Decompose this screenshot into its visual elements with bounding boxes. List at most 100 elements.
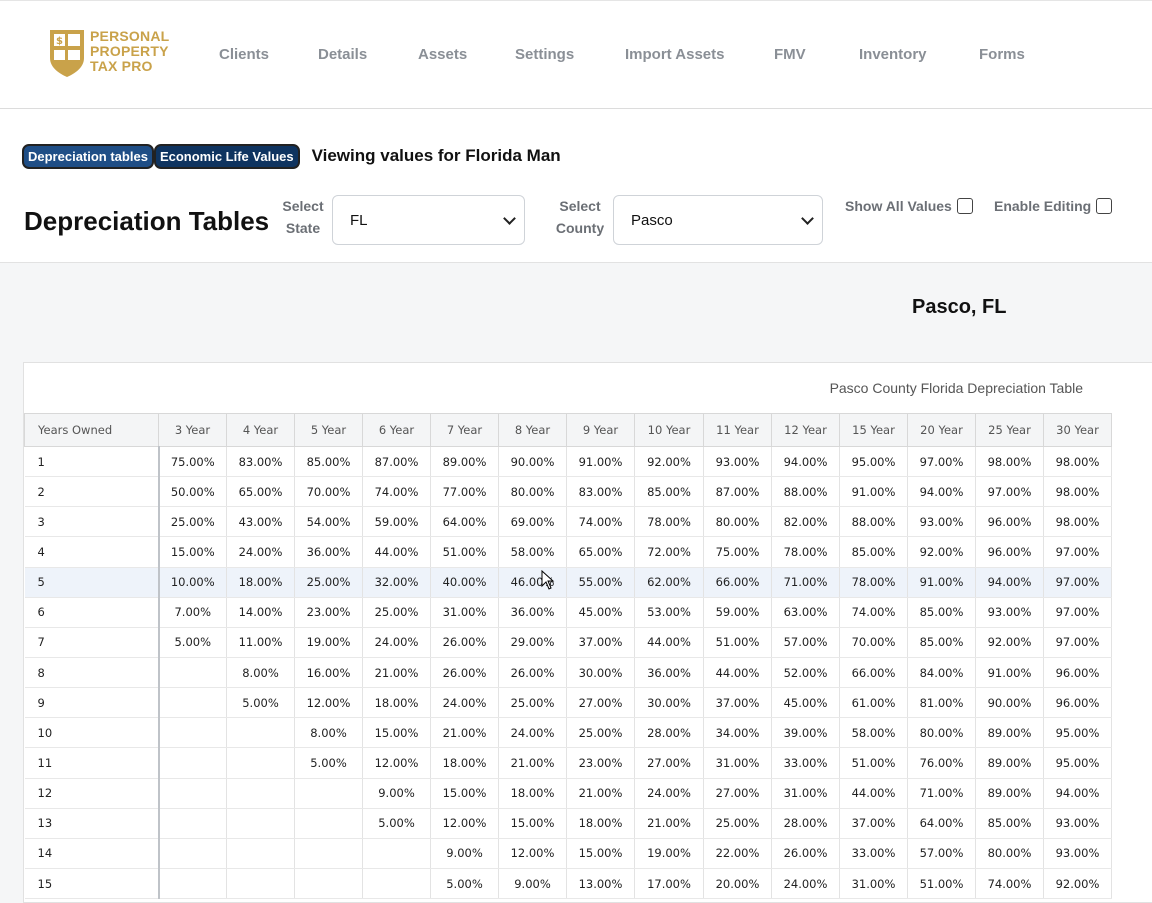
table-row: 13 5.00% 12.00% 15.00% 18.00% 21.00% 25.00% 28.… [24, 808, 1112, 839]
table-cell: 59.00% [362, 506, 431, 538]
years-owned-cell: 2 [24, 476, 160, 508]
mouse-cursor-icon [541, 570, 555, 590]
table-row: 8 8.00% 16.00% 21.00% 26.00% 26.00% 30.00% 36.0… [24, 657, 1112, 689]
table-cell: 57.00% [907, 838, 976, 869]
nav-clients[interactable]: Clients [219, 46, 269, 63]
logo-line-1: PERSONAL [90, 28, 170, 44]
table-cell [226, 868, 295, 900]
tab-economic-life-values[interactable]: Economic Life Values [153, 143, 300, 169]
table-cell: 70.00% [839, 627, 908, 658]
column-header[interactable]: 9 Year [566, 413, 635, 447]
logo[interactable]: $ PERSONAL PROPERTY TAX PRO [48, 28, 178, 84]
table-cell: 95.00% [1043, 747, 1112, 779]
table-cell [158, 687, 227, 719]
table-cell: 96.00% [1043, 657, 1112, 689]
column-header[interactable]: 7 Year [430, 413, 499, 447]
table-cell: 85.00% [907, 597, 976, 628]
table-cell [294, 808, 363, 839]
table-cell: 5.00% [430, 868, 499, 900]
column-header[interactable]: 5 Year [294, 413, 363, 447]
nav-details[interactable]: Details [318, 46, 367, 63]
table-cell: 96.00% [1043, 687, 1112, 719]
table-cell: 15.00% [158, 536, 227, 568]
enable-editing-checkbox[interactable] [1096, 198, 1113, 214]
shield-logo-icon: $ [50, 30, 84, 77]
table-cell: 19.00% [634, 838, 704, 869]
table-cell: 9.00% [498, 868, 567, 900]
years-owned-cell: 12 [24, 778, 160, 809]
table-cell: 21.00% [634, 808, 704, 839]
table-cell: 92.00% [907, 536, 976, 568]
table-cell: 91.00% [566, 446, 635, 478]
county-select[interactable]: Pasco [613, 195, 823, 245]
table-cell: 44.00% [839, 778, 908, 809]
table-cell: 31.00% [703, 747, 772, 779]
table-cell: 85.00% [839, 536, 908, 568]
table-cell: 77.00% [430, 476, 499, 508]
tab-depreciation-tables[interactable]: Depreciation tables [22, 143, 154, 169]
page-title: Depreciation Tables [24, 206, 270, 236]
table-cell: 89.00% [430, 446, 499, 478]
table-cell: 97.00% [1043, 567, 1112, 598]
table-cell: 74.00% [975, 868, 1044, 900]
table-cell: 9.00% [362, 778, 431, 809]
table-cell: 23.00% [566, 747, 635, 779]
column-header[interactable]: 6 Year [362, 413, 431, 447]
column-header-years-owned[interactable]: Years Owned [24, 413, 159, 447]
table-cell: 75.00% [703, 536, 772, 568]
table-cell: 51.00% [907, 868, 976, 900]
table-cell: 59.00% [703, 597, 772, 628]
table-cell: 43.00% [226, 506, 295, 538]
table-row: 12 9.00% 15.00% 18.00% 21.00% 24.00% 27.00% 31.… [24, 778, 1112, 809]
table-cell: 37.00% [839, 808, 908, 839]
nav-import-assets[interactable]: Import Assets [625, 46, 724, 63]
years-owned-cell: 11 [24, 747, 160, 779]
table-cell: 89.00% [975, 717, 1044, 749]
table-row: 7 5.00% 11.00% 19.00% 24.00% 26.00% 29.00% 37.0… [24, 627, 1112, 658]
nav-inventory[interactable]: Inventory [859, 46, 927, 63]
column-header[interactable]: 4 Year [226, 413, 295, 447]
column-header[interactable]: 15 Year [839, 413, 908, 447]
column-header[interactable]: 8 Year [498, 413, 567, 447]
years-owned-cell: 6 [24, 597, 160, 628]
show-all-values-label: Show All Values [845, 198, 952, 214]
table-cell: 74.00% [566, 506, 635, 538]
table-cell: 26.00% [430, 627, 499, 658]
table-cell: 25.00% [294, 567, 363, 598]
table-cell: 70.00% [294, 476, 363, 508]
table-cell: 33.00% [771, 747, 840, 779]
nav-settings[interactable]: Settings [515, 46, 574, 63]
table-cell: 17.00% [634, 868, 704, 900]
table-cell: 25.00% [498, 687, 567, 719]
table-cell: 53.00% [634, 597, 704, 628]
nav-forms[interactable]: Forms [979, 46, 1025, 63]
nav-fmv[interactable]: FMV [774, 46, 806, 63]
table-cell: 65.00% [226, 476, 295, 508]
table-cell: 24.00% [498, 717, 567, 749]
table-cell: 51.00% [839, 747, 908, 779]
table-cell: 87.00% [703, 476, 772, 508]
table-cell: 28.00% [771, 808, 840, 839]
column-header[interactable]: 30 Year [1043, 413, 1112, 447]
table-cell: 91.00% [907, 567, 976, 598]
table-cell [158, 717, 227, 749]
nav-assets[interactable]: Assets [418, 46, 467, 63]
column-header[interactable]: 10 Year [634, 413, 704, 447]
column-header[interactable]: 20 Year [907, 413, 976, 447]
table-cell: 80.00% [907, 717, 976, 749]
table-cell: 31.00% [771, 778, 840, 809]
years-owned-cell: 8 [24, 657, 160, 689]
column-header[interactable]: 25 Year [975, 413, 1044, 447]
table-cell: 93.00% [703, 446, 772, 478]
column-header[interactable]: 3 Year [158, 413, 227, 447]
state-select[interactable]: FL [332, 195, 525, 245]
table-cell: 24.00% [634, 778, 704, 809]
table-row: 3 25.00% 43.00% 54.00% 59.00% 64.00% 69.00% 74.… [24, 506, 1112, 538]
column-header[interactable]: 11 Year [703, 413, 772, 447]
show-all-values-checkbox[interactable] [956, 198, 973, 214]
table-row: 2 50.00% 65.00% 70.00% 74.00% 77.00% 80.00% 83.… [24, 476, 1112, 508]
table-cell: 98.00% [1043, 446, 1112, 478]
column-header[interactable]: 12 Year [771, 413, 840, 447]
table-row: 1 75.00% 83.00% 85.00% 87.00% 89.00% 90.00% 91.… [24, 446, 1112, 478]
logo-text: PERSONAL PROPERTY TAX PRO [90, 29, 169, 74]
